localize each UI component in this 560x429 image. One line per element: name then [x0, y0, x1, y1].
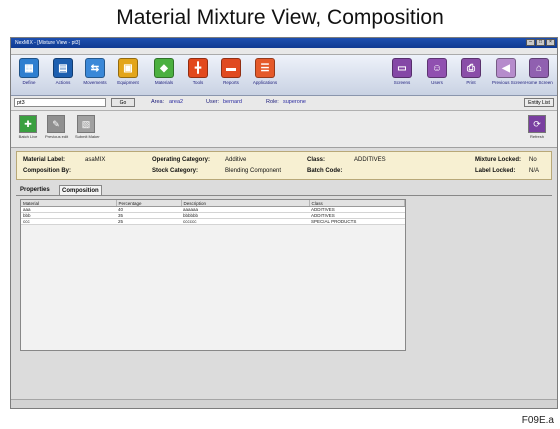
label-locked-value: N/A — [529, 168, 540, 174]
toolbar-button-applications[interactable]: ☰ Applications — [251, 58, 279, 85]
address-bar: Go Area: area2 User: bernard Role: super… — [11, 96, 557, 111]
material-label-value: asaMIX — [85, 157, 106, 163]
print-icon: ⎙ — [461, 58, 481, 78]
toolbar-button-home-screen[interactable]: ⌂ Home Screen — [525, 58, 553, 85]
toolbar-button-movements[interactable]: ⇆ Movements — [81, 58, 109, 85]
class-value: ADDITIVES — [354, 157, 386, 163]
toolbar-button-label: Applications — [252, 80, 278, 85]
movements-icon: ⇆ — [85, 58, 105, 78]
toolbar-button-label: Previous Screen — [492, 80, 526, 85]
toolbar-button-screens[interactable]: ▭ Screens — [388, 58, 416, 85]
batch-live-icon: ✚ — [19, 115, 37, 133]
operating-category-value: Additive — [225, 157, 247, 163]
toolbar-button-materials[interactable]: ◆ Materials — [150, 58, 178, 85]
cell-material: ccc — [21, 218, 116, 225]
tab-properties[interactable]: Properties — [18, 185, 52, 195]
toolbar-button-actions[interactable]: ▤ Actions — [49, 58, 77, 85]
composition-grid: Material Percentage Description Class aa… — [20, 199, 406, 351]
operating-category-key: Operating Category: — [152, 157, 211, 163]
composition-by-key: Composition By: — [23, 168, 71, 174]
figure-code: F09E.a — [521, 415, 554, 426]
toolbar-button-define[interactable]: ▦ Define — [15, 58, 43, 85]
refresh-label: Refresh — [529, 134, 544, 139]
previous-edit-icon: ✎ — [47, 115, 65, 133]
action-button-label: Submit Maker — [75, 134, 100, 139]
entity-list-button[interactable]: Entity List — [524, 98, 554, 107]
toolbar-button-print[interactable]: ⎙ Print — [457, 58, 485, 85]
area-value: area2 — [169, 99, 184, 105]
toolbar-button-label: Define — [22, 80, 36, 85]
toolbar-button-label: Screens — [393, 80, 411, 85]
define-icon: ▦ — [19, 58, 39, 78]
action-button-label: Previous edit — [45, 134, 69, 139]
materials-icon: ◆ — [154, 58, 174, 78]
material-label-key: Material Label: — [23, 157, 66, 163]
applications-icon: ☰ — [255, 58, 275, 78]
refresh-icon: ⟳ — [528, 115, 546, 133]
toolbar-button-equipment[interactable]: ▣ Equipment — [114, 58, 142, 85]
previous-screen-icon: ◀ — [496, 58, 516, 78]
role-value: superone — [283, 99, 306, 105]
main-toolbar: ▦ Define ▤ Actions ⇆ Movements ▣ Equipment ◆ Mate… — [11, 55, 557, 96]
batch-code-key: Batch Code: — [307, 168, 343, 174]
area-label: Area: — [151, 99, 165, 105]
reports-icon: ▬ — [221, 58, 241, 78]
toolbar-button-label: Home Screen — [525, 80, 553, 85]
mixture-locked-key: Mixture Locked: — [475, 157, 522, 163]
action-bar: ⟳ Refresh ✚ Batch Live ✎ Previous edit ▧ Subm… — [11, 111, 557, 148]
maximize-icon[interactable]: □ — [536, 39, 545, 46]
toolbar-button-previous-screen[interactable]: ◀ Previous Screen — [492, 58, 526, 85]
toolbar-button-label: Users — [431, 80, 443, 85]
cell-description: cccccc — [181, 218, 309, 225]
application-window: NexMIX - [Mixture View - pt3] – □ × ▦ Def… — [10, 37, 558, 409]
toolbar-button-reports[interactable]: ▬ Reports — [217, 58, 245, 85]
class-key: Class: — [307, 157, 326, 163]
label-locked-key: Label Locked: — [475, 168, 516, 174]
toolbar-button-label: Tools — [192, 80, 204, 85]
toolbar-button-label: Equipment — [117, 80, 139, 85]
submit-maker-icon: ▧ — [77, 115, 95, 133]
action-button-batch-live[interactable]: ✚ Batch Live — [17, 115, 39, 139]
figure-title: Material Mixture View, Composition — [116, 6, 444, 29]
status-bar — [11, 399, 557, 408]
material-info-panel: Material Label: asaMIX Composition By: O… — [16, 151, 552, 180]
toolbar-button-label: Print — [466, 80, 476, 85]
tab-divider — [16, 195, 552, 196]
action-button-submit-maker[interactable]: ▧ Submit Maker — [75, 115, 100, 139]
window-title: NexMIX - [Mixture View - pt3] — [15, 40, 80, 46]
user-label: User: — [206, 99, 220, 105]
action-button-label: Batch Live — [18, 134, 38, 139]
refresh-button[interactable]: ⟳ Refresh — [526, 115, 548, 139]
cell-percentage: 25 — [116, 218, 181, 225]
toolbar-button-label: Reports — [223, 80, 239, 85]
action-button-previous-edit[interactable]: ✎ Previous edit — [45, 115, 69, 139]
stock-category-value: Blending Component — [225, 168, 282, 174]
minimize-icon[interactable]: – — [526, 39, 535, 46]
users-icon: ☺ — [427, 58, 447, 78]
entity-input[interactable] — [14, 98, 106, 107]
menu-bar — [11, 48, 557, 55]
home-screen-icon: ⌂ — [529, 58, 549, 78]
toolbar-button-label: Materials — [154, 80, 174, 85]
actions-icon: ▤ — [53, 58, 73, 78]
window-titlebar: NexMIX - [Mixture View - pt3] – □ × — [11, 38, 557, 48]
user-value: bernard — [223, 99, 242, 105]
stock-category-key: Stock Category: — [152, 168, 199, 174]
equipment-icon: ▣ — [118, 58, 138, 78]
tools-icon: ╋ — [188, 58, 208, 78]
role-label: Role: — [266, 99, 279, 105]
toolbar-button-label: Movements — [83, 80, 107, 85]
table-row[interactable]: ccc 25 cccccc SPECIAL PRODUCTS — [21, 218, 405, 225]
toolbar-button-label: Actions — [55, 80, 71, 85]
cell-class: SPECIAL PRODUCTS — [309, 218, 405, 225]
mixture-locked-value: No — [529, 157, 537, 163]
toolbar-button-tools[interactable]: ╋ Tools — [184, 58, 212, 85]
go-button[interactable]: Go — [111, 98, 135, 107]
close-icon[interactable]: × — [546, 39, 555, 46]
screens-icon: ▭ — [392, 58, 412, 78]
tab-composition[interactable]: Composition — [59, 185, 102, 195]
toolbar-button-users[interactable]: ☺ Users — [423, 58, 451, 85]
